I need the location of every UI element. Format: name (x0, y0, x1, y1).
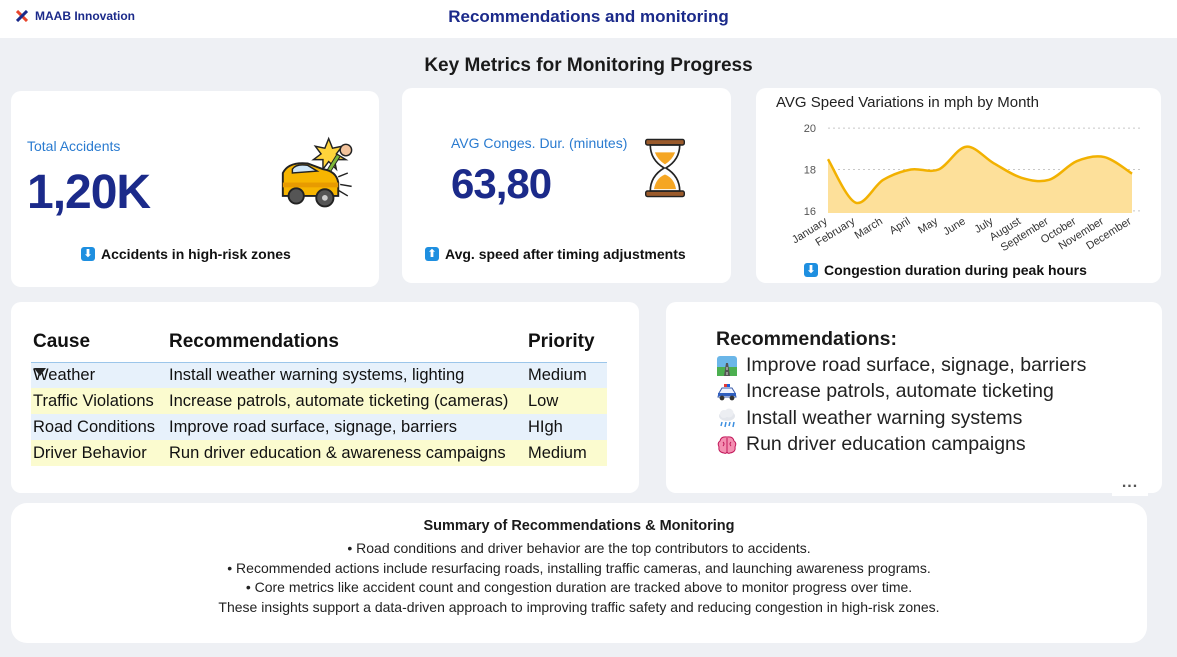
rain-cloud-icon (719, 408, 735, 427)
table-header-row: Cause Recommendations Priority (31, 322, 607, 376)
kpi-label: Total Accidents (27, 138, 121, 154)
column-header-priority[interactable]: Priority (526, 322, 607, 362)
table-row[interactable]: Traffic Violations Increase patrols, auto… (31, 388, 607, 414)
hourglass-icon (644, 138, 686, 198)
column-header-cause[interactable]: Cause (31, 322, 167, 376)
list-item: Increase patrols, automate ticketing (716, 380, 1054, 403)
table-row[interactable]: Road Conditions Improve road surface, sig… (31, 414, 607, 440)
recommendation-text: Increase patrols, automate ticketing (746, 380, 1054, 402)
column-header-recommendations[interactable]: Recommendations (167, 322, 526, 362)
table-cell-cause: Driver Behavior (33, 443, 147, 462)
y-tick-label: 20 (804, 123, 816, 135)
arrow-up-icon: ⬆ (425, 247, 439, 261)
table-cell-priority: HIgh (528, 417, 563, 436)
recommendation-text: Run driver education campaigns (746, 433, 1026, 455)
table-cell-recommendation: Improve road surface, signage, barriers (169, 417, 457, 436)
section-title: Key Metrics for Monitoring Progress (424, 55, 753, 76)
summary-card: Summary of Recommendations & Monitoring … (11, 503, 1147, 643)
sort-down-icon[interactable] (34, 368, 46, 376)
recommendation-text: Improve road surface, signage, barriers (746, 354, 1087, 376)
x-tick-label: June (941, 215, 968, 238)
table-cell-priority: Medium (528, 443, 587, 462)
recommendations-card: Recommendations: Improve road surface, s… (666, 302, 1162, 493)
area-fill (828, 146, 1132, 213)
table-row[interactable]: Weather Install weather warning systems, … (31, 362, 607, 388)
kpi-footer: ⬆ Avg. speed after timing adjustments (425, 246, 686, 262)
list-item: Install weather warning systems (716, 407, 1022, 430)
kpi-footer: ⬇ Accidents in high-risk zones (81, 246, 291, 262)
x-tick-label: April (887, 215, 912, 237)
chart-title: AVG Speed Variations in mph by Month (776, 94, 1039, 111)
table-cell-recommendation: Install weather warning systems, lightin… (169, 365, 465, 384)
table-cell-cause: Weather (33, 365, 96, 384)
kpi-value: 1,20K (27, 166, 151, 219)
recommendation-table-card: Cause Recommendations Priority Weather In… (11, 302, 639, 493)
chart-footer: ⬇ Congestion duration during peak hours (804, 262, 1087, 278)
speed-area-chart[interactable]: 161820JanuaryFebruaryMarch April May June Ju… (756, 110, 1161, 270)
recommendations-title: Recommendations: (716, 328, 897, 350)
x-tick-label: May (916, 215, 940, 236)
police-car-icon (717, 383, 737, 400)
column-header-label: Cause (33, 330, 91, 352)
page-title: Recommendations and monitoring (448, 7, 729, 26)
y-tick-label: 18 (804, 165, 816, 177)
summary-title: Summary of Recommendations & Monitoring (423, 518, 735, 534)
speed-chart-card[interactable]: AVG Speed Variations in mph by Month 16 1… (756, 88, 1161, 283)
arrow-down-icon: ⬇ (81, 247, 95, 261)
x-tick-label: March (853, 215, 885, 241)
table-cell-priority: Medium (528, 365, 587, 384)
summary-line: • Recommended actions include resurfacin… (227, 560, 931, 576)
chart-footer-text: Congestion duration during peak hours (824, 262, 1087, 278)
summary-line: • Core metrics like accident count and c… (245, 579, 913, 595)
kpi-footer-text: Avg. speed after timing adjustments (445, 246, 686, 262)
arrow-down-icon: ⬇ (804, 263, 818, 277)
kpi-value: 63,80 (451, 160, 552, 207)
table-cell-cause: Road Conditions (33, 417, 155, 436)
table-cell-recommendation: Increase patrols, automate ticketing (ca… (169, 391, 509, 410)
y-tick-label: 16 (804, 206, 816, 218)
table-cell-cause: Traffic Violations (33, 391, 154, 410)
kpi-card-total-accidents[interactable]: Total Accidents 1,20K ⬇ Accidents in hig… (11, 91, 379, 287)
kpi-card-congestion-duration[interactable]: AVG Conges. Dur. (minutes) 63,80 ⬆ Avg. … (402, 88, 731, 283)
table-cell-priority: Low (528, 391, 559, 410)
road-icon (717, 355, 737, 376)
car-crash-icon (281, 136, 353, 208)
more-options-button[interactable]: ... (1112, 474, 1148, 496)
table-row[interactable]: Driver Behavior Run driver education & aw… (31, 440, 607, 466)
list-item: Run driver education campaigns (716, 433, 1026, 456)
top-bar: MAAB Innovation Recommendations and moni… (0, 0, 1177, 38)
kpi-footer-text: Accidents in high-risk zones (101, 246, 291, 262)
summary-line: • Road conditions and driver behavior ar… (347, 540, 811, 556)
list-item: Improve road surface, signage, barriers (716, 354, 1086, 377)
brain-icon (717, 435, 737, 454)
recommendation-text: Install weather warning systems (746, 407, 1023, 429)
summary-line: These insights support a data-driven app… (218, 599, 940, 615)
kpi-label: AVG Conges. Dur. (minutes) (451, 135, 628, 151)
recommendation-table: Cause Recommendations Priority Weather In… (31, 322, 607, 466)
table-cell-recommendation: Run driver education & awareness campaig… (169, 443, 506, 462)
